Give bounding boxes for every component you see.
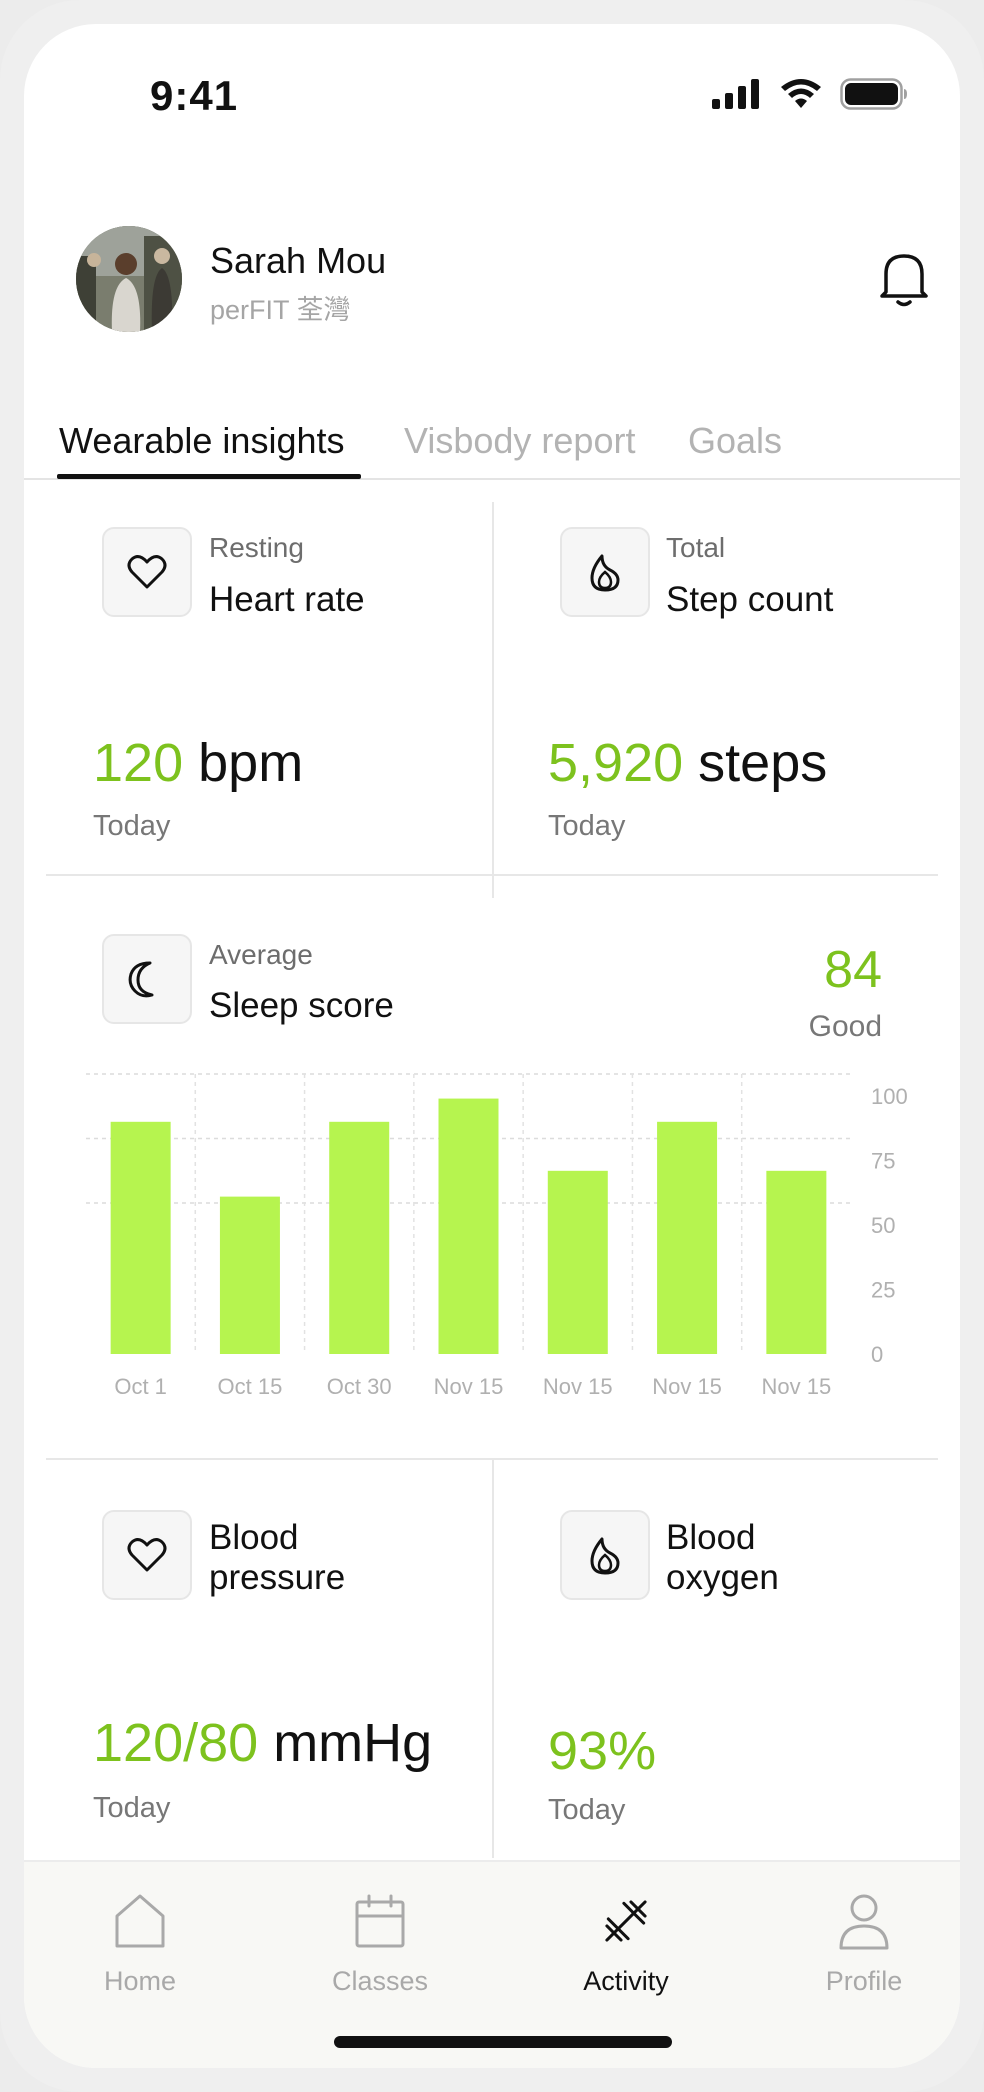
tab-wearable-insights[interactable]: Wearable insights bbox=[59, 420, 345, 462]
step-count-icon-box bbox=[560, 527, 650, 617]
heart-rate-title: Heart rate bbox=[209, 580, 365, 619]
blood-pressure-value: 120/80 mmHg bbox=[93, 1712, 432, 1774]
home-indicator bbox=[334, 2036, 672, 2048]
step-count-period: Today bbox=[548, 810, 626, 842]
chart-y-tick-label: 100 bbox=[871, 1084, 908, 1109]
heart-icon bbox=[127, 1538, 167, 1572]
tab-visbody-report[interactable]: Visbody report bbox=[404, 420, 635, 462]
blood-oxygen-period: Today bbox=[548, 1794, 626, 1826]
nav-home-label: Home bbox=[103, 1966, 177, 1996]
blood-pressure-title-line2: pressure bbox=[209, 1558, 346, 1597]
card-divider bbox=[492, 502, 494, 898]
blood-oxygen-icon-box bbox=[560, 1510, 650, 1600]
heart-rate-unit: bpm bbox=[198, 733, 304, 793]
signal-icon bbox=[712, 79, 759, 109]
blood-pressure-number: 120/80 bbox=[93, 1713, 259, 1773]
flame-icon bbox=[590, 1537, 620, 1575]
chart-y-tick-label: 50 bbox=[871, 1213, 895, 1238]
step-count-number: 5,920 bbox=[548, 733, 684, 793]
wifi-icon bbox=[781, 79, 821, 108]
chart-bar[interactable] bbox=[766, 1170, 827, 1354]
tab-bar: Wearable insights Visbody report Goals bbox=[24, 398, 960, 480]
nav-profile[interactable]: Profile bbox=[774, 1862, 954, 2012]
sleep-score-value: 84 bbox=[824, 941, 882, 999]
blood-oxygen-value: 93% bbox=[548, 1720, 656, 1782]
nav-profile-label: Profile bbox=[825, 1966, 903, 1996]
blood-pressure-icon-box bbox=[102, 1510, 192, 1600]
chart-x-tick-label: Nov 15 bbox=[652, 1374, 722, 1399]
card-divider bbox=[492, 1458, 494, 1858]
heart-rate-icon-box bbox=[102, 527, 192, 617]
nav-activity[interactable]: Activity bbox=[536, 1862, 716, 2012]
chart-bar[interactable] bbox=[657, 1121, 718, 1354]
status-icons bbox=[712, 78, 908, 110]
heart-rate-value: 120 bpm bbox=[93, 732, 303, 794]
blood-oxygen-number: 93% bbox=[548, 1721, 657, 1781]
battery-icon bbox=[840, 78, 907, 110]
chart-x-tick-label: Oct 30 bbox=[327, 1374, 392, 1399]
person-icon bbox=[839, 1894, 889, 1950]
chart-x-tick-label: Oct 15 bbox=[218, 1374, 283, 1399]
blood-oxygen-title-line2: oxygen bbox=[666, 1558, 779, 1597]
nav-home[interactable]: Home bbox=[50, 1862, 230, 2012]
chart-x-tick-label: Nov 15 bbox=[434, 1374, 504, 1399]
step-count-title: Step count bbox=[666, 580, 834, 619]
chart-x-tick-label: Nov 15 bbox=[543, 1374, 613, 1399]
sleep-score-rating: Good bbox=[808, 1010, 882, 1043]
user-name: Sarah Mou bbox=[210, 240, 387, 281]
flame-icon bbox=[590, 554, 620, 592]
avatar-photo bbox=[76, 226, 182, 332]
nav-classes-label: Classes bbox=[331, 1966, 429, 1996]
device-frame: 9:41 Sarah Mou perFIT 荃灣 Wearable insigh… bbox=[0, 0, 984, 2092]
chart-x-tick-label: Oct 1 bbox=[114, 1374, 167, 1399]
heart-rate-period: Today bbox=[93, 810, 171, 842]
step-count-value: 5,920 steps bbox=[548, 732, 827, 794]
chart-y-tick-label: 0 bbox=[871, 1342, 883, 1367]
nav-activity-label: Activity bbox=[583, 1966, 669, 1996]
home-icon bbox=[115, 1894, 165, 1948]
chart-bar[interactable] bbox=[219, 1196, 280, 1354]
chart-bar[interactable] bbox=[547, 1170, 608, 1354]
nav-classes[interactable]: Classes bbox=[290, 1862, 470, 2012]
dumbbell-icon bbox=[605, 1900, 647, 1942]
chart-x-tick-label: Nov 15 bbox=[761, 1374, 831, 1399]
user-location: perFIT 荃灣 bbox=[210, 295, 351, 325]
heart-rate-kicker: Resting bbox=[209, 532, 304, 563]
sleep-icon-box bbox=[102, 934, 192, 1024]
sleep-bar-chart: Oct 1 Oct 15 Oct 30 Nov 15 Nov 15 Nov 15 Nov 1… bbox=[86, 1073, 908, 1399]
chart-y-tick-label: 25 bbox=[871, 1278, 895, 1303]
bell-icon[interactable] bbox=[876, 246, 932, 310]
chart-bar[interactable] bbox=[329, 1121, 390, 1354]
card-divider bbox=[46, 874, 938, 876]
chart-y-tick-label: 75 bbox=[871, 1149, 895, 1174]
step-count-kicker: Total bbox=[666, 532, 726, 563]
step-count-unit: steps bbox=[698, 733, 828, 793]
sleep-kicker: Average bbox=[209, 939, 313, 970]
heart-rate-number: 120 bbox=[93, 733, 184, 793]
blood-oxygen-title-line1: Blood bbox=[666, 1518, 756, 1557]
chart-bar[interactable] bbox=[438, 1098, 499, 1354]
blood-pressure-unit: mmHg bbox=[273, 1713, 433, 1773]
sleep-title: Sleep score bbox=[209, 986, 394, 1025]
blood-pressure-title-line1: Blood bbox=[209, 1518, 299, 1557]
status-time: 9:41 bbox=[150, 72, 239, 119]
calendar-icon bbox=[355, 1894, 405, 1948]
heart-icon bbox=[127, 555, 167, 589]
tab-active-indicator bbox=[57, 474, 361, 479]
tab-goals[interactable]: Goals bbox=[688, 420, 782, 462]
blood-pressure-period: Today bbox=[93, 1792, 171, 1824]
chart-bar[interactable] bbox=[110, 1121, 171, 1354]
moon-icon bbox=[128, 961, 154, 998]
avatar[interactable] bbox=[76, 226, 182, 332]
phone-screen: 9:41 Sarah Mou perFIT 荃灣 Wearable insigh… bbox=[24, 24, 960, 2068]
